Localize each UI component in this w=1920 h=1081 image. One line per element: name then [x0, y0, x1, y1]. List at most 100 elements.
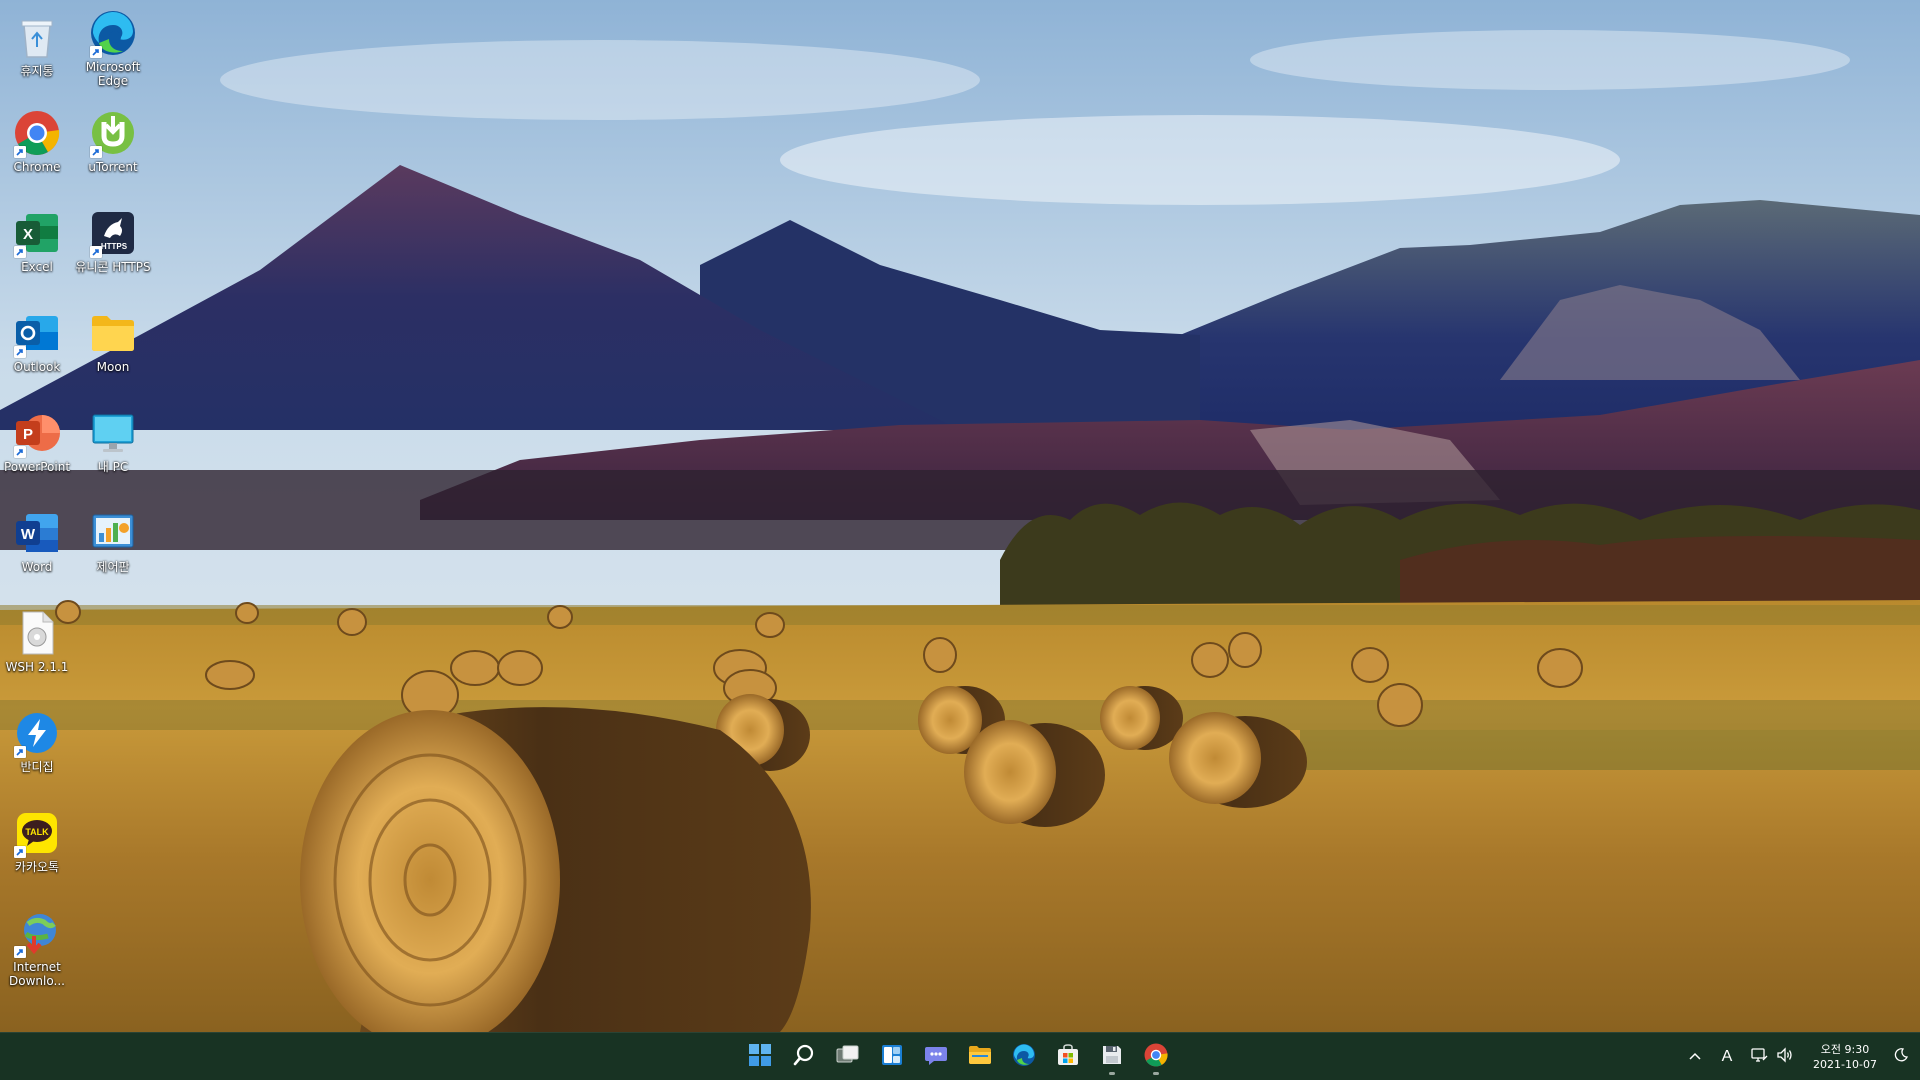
desktop-icon-label: Internet Downlo...: [9, 960, 65, 988]
floppy-disk-icon: [1101, 1044, 1123, 1070]
desktop-icon-label: 휴지통: [20, 64, 54, 78]
taskbar: A 오전 9:30 2021-10-07: [0, 1032, 1920, 1080]
desktop-icon-label: uTorrent: [88, 160, 138, 174]
desktop-icon-word[interactable]: W Word: [0, 504, 79, 600]
taskbar-save-app-button[interactable]: [1092, 1037, 1132, 1077]
desktop-icon-wsh[interactable]: WSH 2.1.1: [0, 604, 79, 700]
desktop-icon-kakaotalk[interactable]: TALK 카카오톡: [0, 804, 79, 900]
taskbar-clock[interactable]: 오전 9:30 2021-10-07: [1804, 1042, 1886, 1072]
edge-icon: [1012, 1043, 1036, 1071]
folder-icon: [88, 308, 138, 358]
svg-text:X: X: [23, 226, 33, 243]
shortcut-arrow-icon: [14, 746, 26, 758]
word-icon: W: [12, 508, 62, 558]
input-method-indicator[interactable]: A: [1714, 1033, 1740, 1081]
teams-chat-icon: [924, 1044, 948, 1070]
speaker-icon: [1776, 1047, 1794, 1067]
desktop-icon-recycle-bin[interactable]: 휴지통: [0, 8, 79, 104]
desktop-icon-utorrent[interactable]: uTorrent: [71, 104, 155, 200]
desktop-icon-outlook[interactable]: Outlook: [0, 304, 79, 400]
shortcut-arrow-icon: [14, 446, 26, 458]
desktop-icon-label: Excel: [21, 260, 53, 274]
desktop-icon-label: PowerPoint: [3, 460, 71, 474]
taskbar-pinned-apps: [740, 1033, 1176, 1081]
taskbar-file-explorer-button[interactable]: [960, 1037, 1000, 1077]
desktop-icon-label: 제어판: [96, 560, 130, 574]
running-indicator: [1153, 1072, 1159, 1075]
network-icon: [1750, 1047, 1768, 1067]
taskbar-store-button[interactable]: [1048, 1037, 1088, 1077]
taskbar-search-button[interactable]: [784, 1037, 824, 1077]
windows-start-icon: [749, 1044, 771, 1070]
internet-download-manager-icon: [12, 908, 62, 958]
shortcut-arrow-icon: [90, 146, 102, 158]
desktop-icon-label: 반디집: [20, 760, 54, 774]
desktop-icon-label: Moon: [96, 360, 130, 374]
clock-date: 2021-10-07: [1813, 1058, 1877, 1071]
desktop-icon-label: Word: [21, 560, 53, 574]
desktop: 휴지통 Chrome X Excel Outlook P PowerPoint …: [0, 0, 1920, 1032]
shortcut-arrow-icon: [90, 246, 102, 258]
shortcut-arrow-icon: [14, 146, 26, 158]
excel-icon: X: [12, 208, 62, 258]
shortcut-arrow-icon: [14, 346, 26, 358]
taskbar-start-button[interactable]: [740, 1037, 780, 1077]
bandizip-icon: [12, 708, 62, 758]
desktop-icon-label: 유니콘 HTTPS: [75, 260, 151, 274]
task-view-icon: [836, 1044, 860, 1070]
microsoft-store-icon: [1056, 1043, 1080, 1071]
desktop-icon-this-pc[interactable]: 내 PC: [71, 404, 155, 500]
search-icon: [793, 1044, 815, 1070]
recycle-bin-icon: [12, 12, 62, 62]
control-panel-icon: [88, 508, 138, 558]
svg-text:TALK: TALK: [25, 827, 49, 837]
desktop-icon-control-panel[interactable]: 제어판: [71, 504, 155, 600]
taskbar-widgets-button[interactable]: [872, 1037, 912, 1077]
desktop-icon-moon-folder[interactable]: Moon: [71, 304, 155, 400]
file-explorer-icon: [968, 1044, 992, 1070]
chrome-icon: [1144, 1043, 1168, 1071]
desktop-icon-label: WSH 2.1.1: [5, 660, 69, 674]
desktop-icon-label: 내 PC: [97, 460, 129, 474]
kakaotalk-icon: TALK: [12, 808, 62, 858]
moon-icon: [1894, 1048, 1908, 1066]
chrome-icon: [12, 108, 62, 158]
monitor-icon: [88, 408, 138, 458]
clock-time: 오전 9:30: [1820, 1043, 1870, 1056]
taskbar-task-view-button[interactable]: [828, 1037, 868, 1077]
desktop-icon-label: Microsoft Edge: [85, 60, 141, 88]
shortcut-arrow-icon: [14, 846, 26, 858]
taskbar-chat-button[interactable]: [916, 1037, 956, 1077]
taskbar-chrome-button[interactable]: [1136, 1037, 1176, 1077]
desktop-icon-excel[interactable]: X Excel: [0, 204, 79, 300]
chevron-up-icon: [1688, 1049, 1702, 1065]
svg-text:P: P: [23, 426, 33, 443]
desktop-icon-chrome[interactable]: Chrome: [0, 104, 79, 200]
tray-overflow-button[interactable]: [1682, 1033, 1708, 1081]
unicorn-https-icon: HTTPS: [88, 208, 138, 258]
desktop-icon-powerpoint[interactable]: P PowerPoint: [0, 404, 79, 500]
powerpoint-icon: P: [12, 408, 62, 458]
running-indicator: [1109, 1072, 1115, 1075]
desktop-icon-internet-download-manager[interactable]: Internet Downlo...: [0, 904, 79, 1000]
edge-icon: [88, 8, 138, 58]
shortcut-arrow-icon: [14, 946, 26, 958]
desktop-icon-bandizip[interactable]: 반디집: [0, 704, 79, 800]
document-icon: [12, 608, 62, 658]
tray-network-button[interactable]: [1746, 1033, 1772, 1081]
shortcut-arrow-icon: [90, 46, 102, 58]
tray-volume-button[interactable]: [1772, 1033, 1798, 1081]
svg-text:W: W: [21, 526, 36, 543]
svg-text:HTTPS: HTTPS: [101, 242, 128, 251]
utorrent-icon: [88, 108, 138, 158]
desktop-icon-microsoft-edge[interactable]: Microsoft Edge: [71, 4, 155, 100]
tray-focus-assist-button[interactable]: [1886, 1033, 1916, 1081]
taskbar-edge-button[interactable]: [1004, 1037, 1044, 1077]
system-tray: A 오전 9:30 2021-10-07: [1682, 1033, 1920, 1081]
shortcut-arrow-icon: [14, 246, 26, 258]
desktop-icon-label: 카카오톡: [14, 860, 60, 874]
desktop-icon-label: Chrome: [13, 160, 61, 174]
outlook-icon: [12, 308, 62, 358]
desktop-icon-label: Outlook: [13, 360, 61, 374]
desktop-icon-unicorn-https[interactable]: HTTPS 유니콘 HTTPS: [71, 204, 155, 300]
